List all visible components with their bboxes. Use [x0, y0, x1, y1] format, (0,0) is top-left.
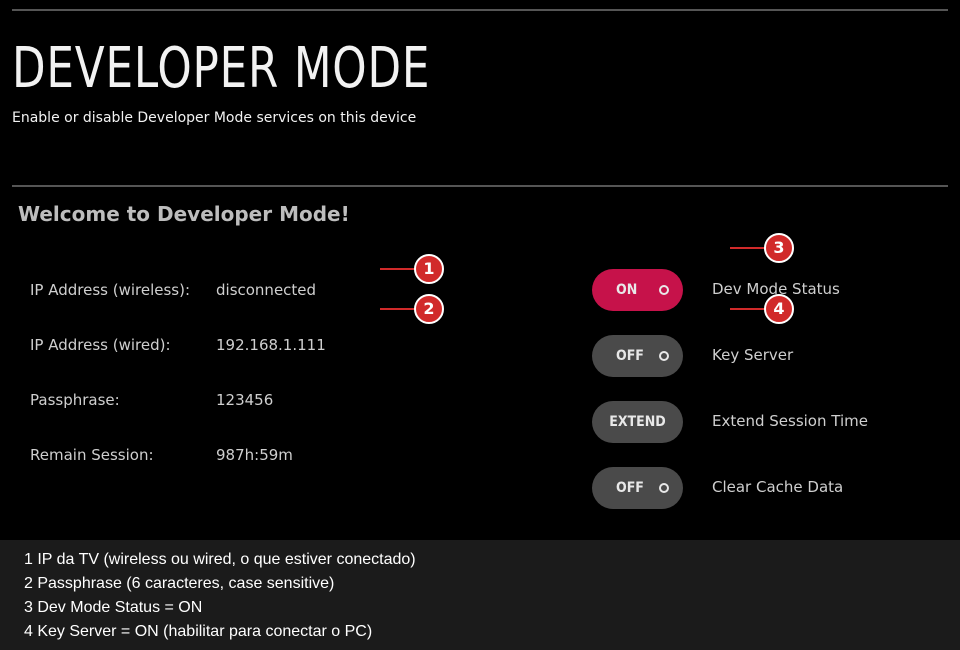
ip-wired-label: IP Address (wired): [30, 336, 171, 354]
extend-session-button[interactable]: EXTEND [592, 401, 683, 443]
page-title: DEVELOPER MODE [12, 36, 431, 101]
top-divider [12, 9, 948, 11]
annotation-marker-1: 1 [414, 254, 444, 284]
annotation-marker-2: 2 [414, 294, 444, 324]
key-server-toggle[interactable]: OFF [592, 335, 683, 377]
ip-wired-value: 192.168.1.111 [216, 336, 326, 354]
annotation-marker-4: 4 [764, 294, 794, 324]
toggle-knob-icon [659, 483, 669, 493]
note-4: 4 Key Server = ON (habilitar para conect… [24, 623, 373, 640]
toggle-knob-icon [659, 285, 669, 295]
toggle-state-label: OFF [616, 348, 644, 364]
page-subtitle: Enable or disable Developer Mode service… [12, 110, 417, 126]
marker-1-line [380, 268, 416, 270]
remain-session-value: 987h:59m [216, 446, 293, 464]
dev-mode-status-toggle[interactable]: ON [592, 269, 683, 311]
key-server-caption: Key Server [712, 346, 794, 364]
extend-button-label: EXTEND [609, 414, 666, 430]
ip-wireless-value: disconnected [216, 281, 317, 299]
passphrase-label: Passphrase: [30, 391, 120, 409]
section-divider [12, 185, 948, 187]
remain-session-label: Remain Session: [30, 446, 154, 464]
toggle-knob-icon [659, 351, 669, 361]
toggle-state-label: ON [616, 282, 638, 298]
annotation-notes-panel: 1 IP da TV (wireless ou wired, o que est… [0, 540, 960, 650]
clear-cache-toggle[interactable]: OFF [592, 467, 683, 509]
toggle-state-label: OFF [616, 480, 644, 496]
marker-3-line [730, 247, 766, 249]
marker-2-line [380, 308, 416, 310]
ip-wireless-label: IP Address (wireless): [30, 281, 191, 299]
welcome-heading: Welcome to Developer Mode! [18, 202, 350, 226]
marker-4-line [730, 308, 766, 310]
annotation-marker-3: 3 [764, 233, 794, 263]
note-2: 2 Passphrase (6 caracteres, case sensiti… [24, 575, 335, 592]
note-3: 3 Dev Mode Status = ON [24, 599, 203, 616]
clear-cache-caption: Clear Cache Data [712, 478, 844, 496]
passphrase-value: 123456 [216, 391, 274, 409]
extend-session-caption: Extend Session Time [712, 412, 868, 430]
note-1: 1 IP da TV (wireless ou wired, o que est… [24, 551, 416, 568]
